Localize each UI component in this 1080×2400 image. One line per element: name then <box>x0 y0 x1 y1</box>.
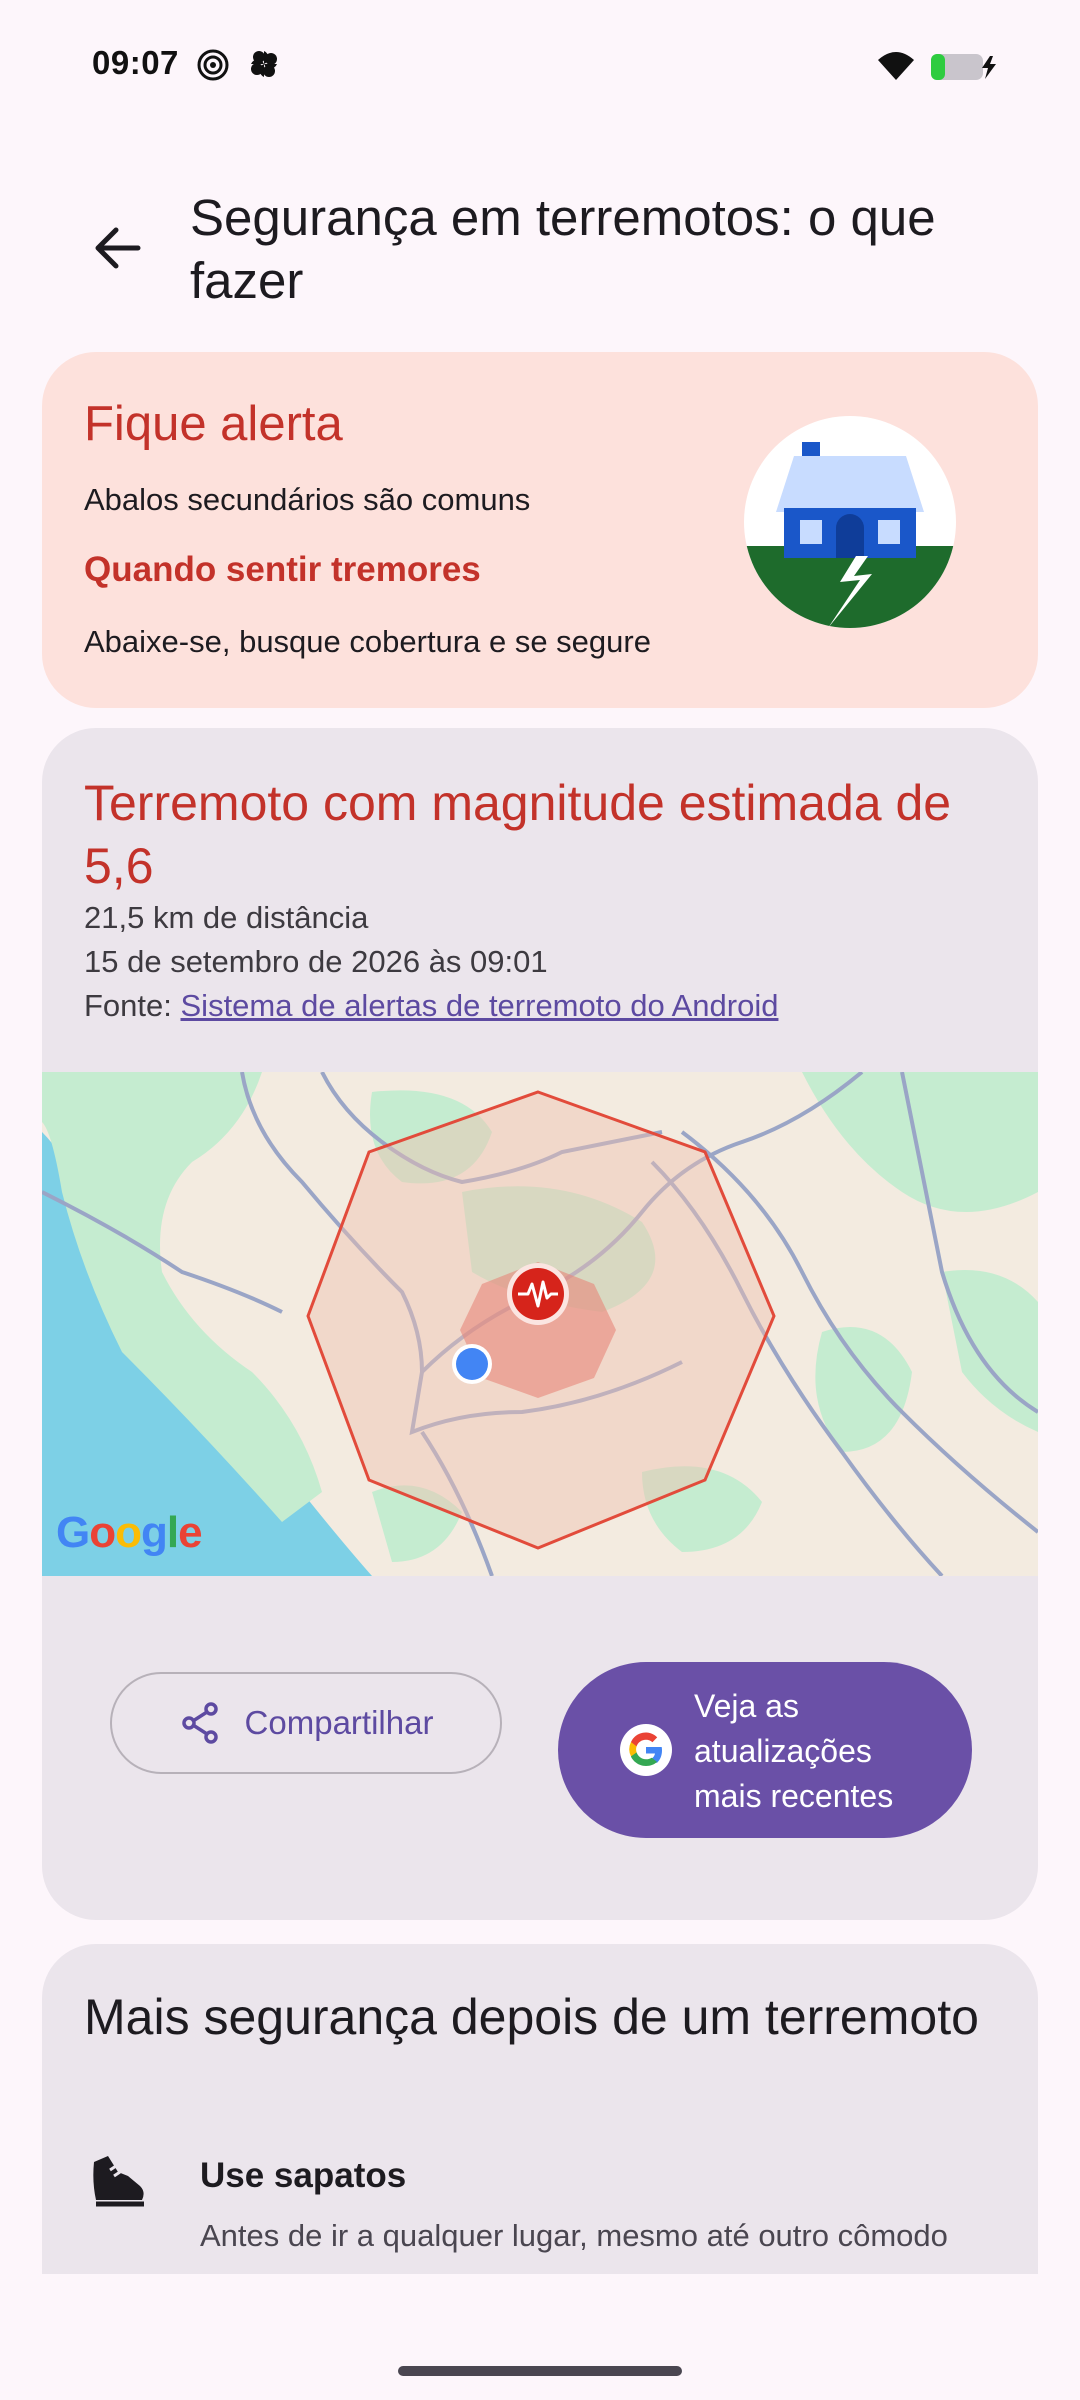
arrow-back-icon[interactable] <box>88 218 148 278</box>
wifi-icon <box>878 52 914 80</box>
tip-title: Use sapatos <box>200 2156 407 2195</box>
earthquake-card: Terremoto com magnitude estimada de 5,6 … <box>42 728 1038 1920</box>
earthquake-source: Fonte: Sistema de alertas de terremoto d… <box>84 988 778 1024</box>
alert-title: Fique alerta <box>84 397 343 451</box>
share-icon <box>181 1702 218 1744</box>
source-link[interactable]: Sistema de alertas de terremoto do Andro… <box>181 988 779 1023</box>
battery-charging-icon <box>931 54 996 80</box>
pinwheel-icon <box>251 51 277 77</box>
app-bar: Segurança em terremotos: o que fazer <box>0 170 1080 320</box>
earthquake-title: Terremoto com magnitude estimada de 5,6 <box>84 775 952 894</box>
alert-heading: Quando sentir tremores <box>84 550 481 589</box>
alert-subtitle: Abalos secundários são comuns <box>84 482 531 517</box>
status-time: 09:07 <box>92 44 179 81</box>
latest-updates-button[interactable]: Veja as atualizações mais recentes <box>558 1662 972 1838</box>
tip-description: Antes de ir a qualquer lugar, mesmo até … <box>200 2218 948 2253</box>
gesture-nav-bar[interactable] <box>398 2366 682 2376</box>
more-safety-card: Mais segurança depois de um terremoto Us… <box>42 1944 1038 2274</box>
alert-card: Fique alerta Abalos secundários são comu… <box>42 352 1038 708</box>
more-safety-title: Mais segurança depois de um terremoto <box>84 1989 979 2045</box>
earthquake-distance: 21,5 km de distância <box>84 900 369 935</box>
earthquake-map[interactable] <box>42 1072 1038 1576</box>
google-g-icon <box>620 1724 672 1776</box>
share-button-label: Compartilhar <box>244 1704 434 1741</box>
shoe-icon <box>93 2156 144 2207</box>
share-button[interactable]: Compartilhar <box>110 1672 502 1774</box>
alert-action-text: Abaixe-se, busque cobertura e se segure <box>84 624 651 659</box>
page-title: Segurança em terremotos: o que fazer <box>190 189 936 309</box>
google-map-logo: Google <box>56 1508 203 1557</box>
hotspot-icon <box>197 49 229 81</box>
source-label: Fonte: <box>84 988 181 1023</box>
house-earthquake-icon <box>744 416 956 628</box>
status-bar: 09:07 <box>0 0 1080 130</box>
earthquake-datetime: 15 de setembro de 2026 às 09:01 <box>84 944 548 979</box>
latest-updates-label: Veja as atualizações mais recentes <box>694 1688 894 1814</box>
